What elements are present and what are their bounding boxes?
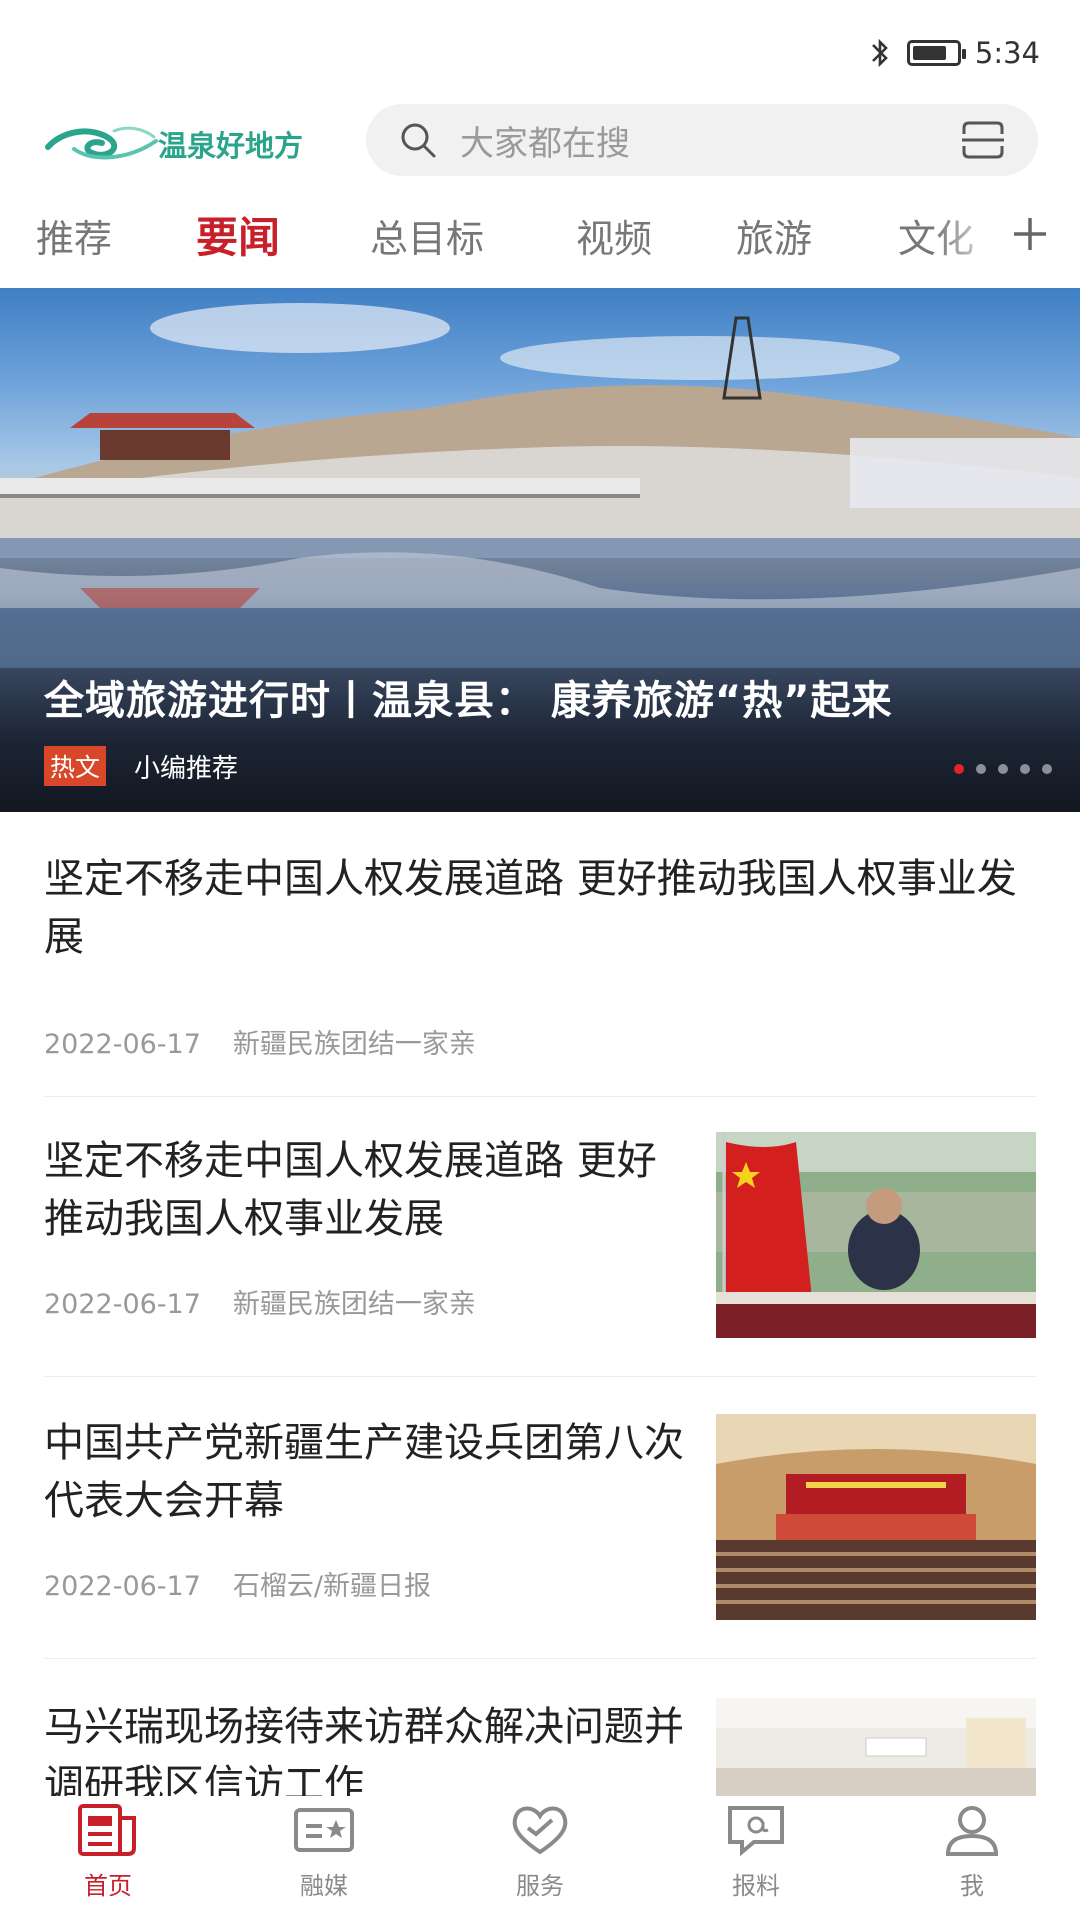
nav-label: 服务	[516, 1872, 564, 1900]
tab-travel[interactable]: 旅游	[736, 208, 812, 263]
status-time: 5:34	[974, 36, 1040, 70]
news-title[interactable]: 中国共产党新疆生产建设兵团第八次代表大会开幕	[44, 1414, 684, 1530]
bottom-nav: 首页 融媒 服务 报料 我	[0, 1796, 1080, 1920]
category-tabs: 推荐 要闻 总目标 视频 旅游 文化	[0, 200, 1080, 290]
banner-title[interactable]: 全域旅游进行时丨温泉县： 康养旅游“热”起来	[44, 668, 893, 726]
news-thumbnail[interactable]	[716, 1698, 1036, 1808]
search-bar[interactable]: 大家都在搜	[366, 104, 1038, 176]
news-date: 2022-06-17	[44, 1571, 201, 1602]
logo-text: 温泉好地方	[158, 129, 304, 163]
nav-label: 首页	[84, 1872, 132, 1900]
status-icons: 5:34	[867, 36, 1040, 70]
search-icon	[401, 123, 436, 158]
carousel-dot[interactable]	[1020, 764, 1030, 774]
news-source: 新疆民族团结一家亲	[232, 1289, 476, 1320]
nav-label: 融媒	[300, 1872, 348, 1900]
media-icon	[294, 1808, 354, 1852]
news-title[interactable]: 坚定不移走中国人权发展道路 更好推动我国人权事业发展	[44, 1132, 684, 1248]
news-item[interactable]: 坚定不移走中国人权发展道路 更好推动我国人权事业发展 2022-06-17 新疆民…	[44, 1132, 1036, 1342]
nav-media[interactable]: 融媒	[264, 1802, 384, 1901]
news-meta: 2022-06-17 石榴云/新疆日报	[44, 1564, 431, 1603]
tab-headlines[interactable]: 要闻	[196, 204, 280, 265]
bluetooth-icon	[871, 38, 888, 68]
banner-carousel[interactable]: 全域旅游进行时丨温泉县： 康养旅游“热”起来 热文 小编推荐	[0, 288, 1080, 812]
divider	[44, 1096, 1036, 1097]
news-thumbnail[interactable]	[716, 1414, 1036, 1620]
carousel-dots	[954, 764, 1052, 774]
news-title[interactable]: 马兴瑞现场接待来访群众解决问题并调研我区信访工作	[44, 1698, 684, 1808]
banner-meta: 热文 小编推荐	[44, 746, 238, 786]
news-source: 新疆民族团结一家亲	[232, 1029, 476, 1060]
scan-icon[interactable]	[960, 120, 1006, 160]
carousel-dot[interactable]	[998, 764, 1008, 774]
news-item[interactable]: 马兴瑞现场接待来访群众解决问题并调研我区信访工作	[44, 1698, 1036, 1808]
nav-profile[interactable]: 我	[912, 1802, 1032, 1901]
plus-icon[interactable]	[1008, 212, 1052, 256]
nav-label: 我	[960, 1872, 984, 1900]
header: 温泉好地方 大家都在搜	[0, 100, 1080, 190]
news-source: 石榴云/新疆日报	[232, 1571, 432, 1602]
nav-label: 报料	[732, 1872, 780, 1900]
news-item[interactable]: 坚定不移走中国人权发展道路 更好推动我国人权事业发展 2022-06-17 新疆民…	[44, 850, 1034, 1060]
carousel-dot[interactable]	[976, 764, 986, 774]
news-thumbnail-image	[716, 1414, 1036, 1620]
banner-source: 小编推荐	[134, 753, 239, 784]
carousel-dot[interactable]	[1042, 764, 1052, 774]
tab-general-goal[interactable]: 总目标	[370, 208, 484, 263]
status-bar: 5:34	[0, 0, 1080, 110]
logo-swirl-icon	[45, 126, 158, 160]
hot-badge: 热文	[44, 746, 107, 786]
tab-recommend[interactable]: 推荐	[36, 208, 112, 263]
news-thumbnail[interactable]	[716, 1132, 1036, 1338]
nav-service[interactable]: 服务	[480, 1802, 600, 1901]
news-title[interactable]: 坚定不移走中国人权发展道路 更好推动我国人权事业发展	[44, 850, 1034, 966]
battery-icon	[906, 40, 966, 66]
tab-video[interactable]: 视频	[576, 208, 652, 263]
news-meta: 2022-06-17 新疆民族团结一家亲	[44, 1282, 476, 1321]
news-icon	[78, 1804, 136, 1856]
report-icon	[728, 1806, 784, 1857]
heart-icon	[512, 1806, 568, 1855]
app-logo[interactable]: 温泉好地方	[44, 114, 334, 174]
news-thumbnail-image	[716, 1132, 1036, 1338]
news-item[interactable]: 中国共产党新疆生产建设兵团第八次代表大会开幕 2022-06-17 石榴云/新疆日…	[44, 1414, 1036, 1624]
divider	[44, 1376, 1036, 1377]
news-date: 2022-06-17	[44, 1289, 201, 1320]
carousel-dot[interactable]	[954, 764, 964, 774]
news-meta: 2022-06-17 新疆民族团结一家亲	[44, 1022, 476, 1061]
user-icon	[945, 1806, 999, 1856]
divider	[44, 1658, 1036, 1659]
news-date: 2022-06-17	[44, 1029, 201, 1060]
search-placeholder[interactable]: 大家都在搜	[460, 116, 960, 165]
news-thumbnail-image	[716, 1698, 1036, 1808]
nav-report[interactable]: 报料	[696, 1802, 816, 1901]
nav-home[interactable]: 首页	[48, 1802, 168, 1901]
